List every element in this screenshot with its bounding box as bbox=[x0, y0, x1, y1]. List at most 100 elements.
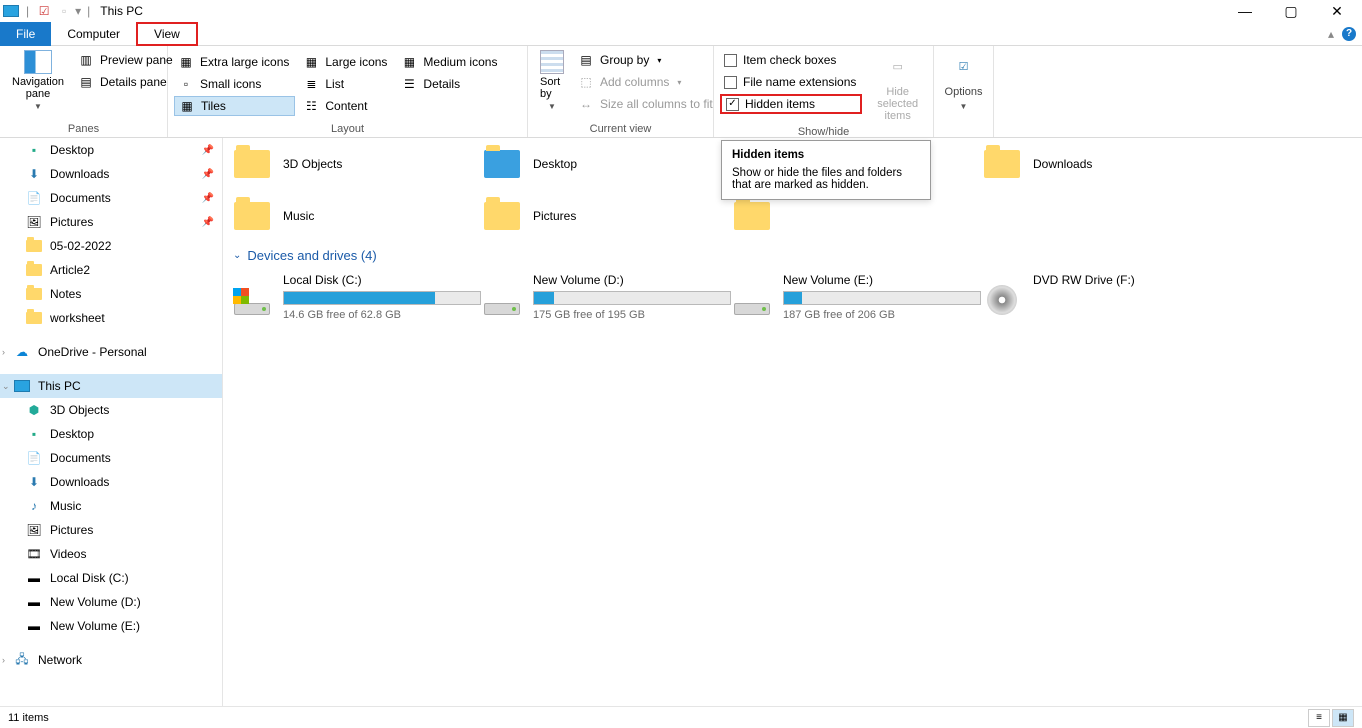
documents-icon: 📄 bbox=[26, 190, 42, 206]
title-bar: | ☑ ▫ ▾ | This PC ― ▢ ✕ bbox=[0, 0, 1362, 22]
qat-new-folder-icon[interactable]: ▫ bbox=[55, 2, 73, 20]
nav-folder-2[interactable]: Article2 bbox=[0, 258, 222, 282]
drive-c[interactable]: Local Disk (C:) 14.6 GB free of 62.8 GB bbox=[231, 269, 481, 325]
navigation-pane[interactable]: ▪Desktop📌 ⬇Downloads📌 📄Documents📌 🖼Pictu… bbox=[0, 138, 223, 706]
nav-network[interactable]: ›🖧Network bbox=[0, 648, 222, 672]
layout-list[interactable]: ≣List bbox=[299, 74, 393, 94]
layout-group-label: Layout bbox=[168, 123, 527, 137]
hidden-items-tooltip: Hidden items Show or hide the files and … bbox=[721, 140, 931, 200]
dvd-icon bbox=[987, 285, 1017, 315]
nav-videos[interactable]: 🎞Videos bbox=[0, 542, 222, 566]
options-button[interactable]: ☑ Options ▼ bbox=[940, 50, 987, 111]
details-pane-button[interactable]: ▤Details pane bbox=[74, 72, 179, 92]
ribbon: Navigation pane ▼ ▥Preview pane ▤Details… bbox=[0, 46, 1362, 138]
status-item-count: 11 items bbox=[8, 712, 49, 724]
navigation-pane-label: Navigation pane bbox=[12, 76, 64, 100]
maximize-button[interactable]: ▢ bbox=[1268, 0, 1314, 22]
preview-pane-button[interactable]: ▥Preview pane bbox=[74, 50, 179, 70]
hidden-items-checkbox[interactable]: ✓ bbox=[726, 98, 739, 111]
file-name-extensions-toggle[interactable]: File name extensions bbox=[720, 72, 862, 92]
item-check-boxes-toggle[interactable]: Item check boxes bbox=[720, 50, 862, 70]
nav-desktop[interactable]: ▪Desktop📌 bbox=[0, 138, 222, 162]
nav-downloads[interactable]: ⬇Downloads📌 bbox=[0, 162, 222, 186]
nav-desktop-2[interactable]: ▪Desktop bbox=[0, 422, 222, 446]
drive-d[interactable]: New Volume (D:) 175 GB free of 195 GB bbox=[481, 269, 731, 325]
help-icon[interactable]: ? bbox=[1342, 27, 1356, 41]
chevron-down-icon: ⌄ bbox=[233, 250, 241, 261]
nav-documents[interactable]: 📄Documents📌 bbox=[0, 186, 222, 210]
nav-folder-1[interactable]: 05-02-2022 bbox=[0, 234, 222, 258]
tab-file[interactable]: File bbox=[0, 22, 51, 46]
music-icon: ♪ bbox=[26, 498, 42, 514]
desktop-icon: ▪ bbox=[26, 142, 42, 158]
layout-small[interactable]: ▫Small icons bbox=[174, 74, 295, 94]
options-icon: ☑ bbox=[948, 50, 980, 82]
collapse-ribbon-icon[interactable]: ▴ bbox=[1328, 27, 1334, 41]
current-view-group-label: Current view bbox=[528, 123, 713, 137]
layout-extra-large[interactable]: ▦Extra large icons bbox=[174, 52, 295, 72]
devices-drives-heading[interactable]: ⌄Devices and drives (4) bbox=[233, 248, 1354, 263]
drive-d-info: 175 GB free of 195 GB bbox=[533, 309, 731, 321]
network-icon: 🖧 bbox=[14, 652, 30, 668]
qat-properties-icon[interactable]: ☑ bbox=[35, 2, 53, 20]
nav-folder-4[interactable]: worksheet bbox=[0, 306, 222, 330]
folder-desktop[interactable]: Desktop bbox=[481, 140, 731, 188]
details-pane-icon: ▤ bbox=[78, 74, 94, 90]
system-icon[interactable] bbox=[2, 2, 20, 20]
videos-icon: 🎞 bbox=[26, 546, 42, 562]
status-bar: 11 items ≡ ▦ bbox=[0, 706, 1362, 728]
nav-3d-objects[interactable]: ⬢3D Objects bbox=[0, 398, 222, 422]
hide-selected-icon: ▭ bbox=[882, 50, 914, 82]
hidden-items-toggle[interactable]: ✓Hidden items bbox=[720, 94, 862, 114]
nav-this-pc[interactable]: ⌄This PC bbox=[0, 374, 222, 398]
nav-documents-2[interactable]: 📄Documents bbox=[0, 446, 222, 470]
close-button[interactable]: ✕ bbox=[1314, 0, 1360, 22]
folder-pictures[interactable]: Pictures bbox=[481, 192, 731, 240]
downloads-icon: ⬇ bbox=[26, 166, 42, 182]
nav-pictures-2[interactable]: 🖼Pictures bbox=[0, 518, 222, 542]
status-details-view-button[interactable]: ≡ bbox=[1308, 709, 1330, 727]
folder-music[interactable]: Music bbox=[231, 192, 481, 240]
layout-content[interactable]: ☷Content bbox=[299, 96, 393, 116]
cube-icon: ⬢ bbox=[26, 402, 42, 418]
onedrive-icon: ☁ bbox=[14, 344, 30, 360]
navigation-pane-button[interactable]: Navigation pane ▼ bbox=[6, 50, 70, 111]
folder-3d-objects[interactable]: 3D Objects bbox=[231, 140, 481, 188]
tooltip-title: Hidden items bbox=[732, 149, 920, 161]
layout-details[interactable]: ☰Details bbox=[397, 74, 503, 94]
nav-volume-d[interactable]: ▬New Volume (D:) bbox=[0, 590, 222, 614]
tab-computer[interactable]: Computer bbox=[51, 22, 136, 46]
window-title: This PC bbox=[100, 4, 143, 18]
status-tiles-view-button[interactable]: ▦ bbox=[1332, 709, 1354, 727]
layout-medium[interactable]: ▦Medium icons bbox=[397, 52, 503, 72]
minimize-button[interactable]: ― bbox=[1222, 0, 1268, 22]
nav-onedrive[interactable]: ›☁OneDrive - Personal bbox=[0, 340, 222, 364]
ribbon-tabs: File Computer View ▴ ? bbox=[0, 22, 1362, 46]
folder-downloads[interactable]: Downloads bbox=[981, 140, 1231, 188]
drive-e[interactable]: New Volume (E:) 187 GB free of 206 GB bbox=[731, 269, 981, 325]
nav-local-disk-c[interactable]: ▬Local Disk (C:) bbox=[0, 566, 222, 590]
group-by-button[interactable]: ▤Group by▾ bbox=[574, 50, 719, 70]
nav-pictures[interactable]: 🖼Pictures📌 bbox=[0, 210, 222, 234]
sort-by-button[interactable]: Sort by ▼ bbox=[534, 50, 570, 111]
drive-f-name: DVD RW Drive (F:) bbox=[1033, 273, 1231, 287]
nav-downloads-2[interactable]: ⬇Downloads bbox=[0, 470, 222, 494]
layout-tiles[interactable]: ▦Tiles bbox=[174, 96, 295, 116]
tooltip-body: Show or hide the files and folders that … bbox=[732, 167, 920, 191]
sort-icon bbox=[540, 50, 564, 74]
nav-volume-e[interactable]: ▬New Volume (E:) bbox=[0, 614, 222, 638]
drive-d-name: New Volume (D:) bbox=[533, 273, 731, 287]
tab-view[interactable]: View bbox=[136, 22, 198, 46]
pin-icon: 📌 bbox=[202, 145, 214, 156]
drive-e-name: New Volume (E:) bbox=[783, 273, 981, 287]
nav-folder-3[interactable]: Notes bbox=[0, 282, 222, 306]
drive-icon: ▬ bbox=[26, 570, 42, 586]
drive-e-info: 187 GB free of 206 GB bbox=[783, 309, 981, 321]
drive-c-info: 14.6 GB free of 62.8 GB bbox=[283, 309, 481, 321]
main-content[interactable]: 3D Objects Desktop Downloads Music Pictu… bbox=[223, 138, 1362, 706]
add-columns-button: ⬚Add columns▾ bbox=[574, 72, 719, 92]
pictures-icon: 🖼 bbox=[26, 214, 42, 230]
nav-music[interactable]: ♪Music bbox=[0, 494, 222, 518]
drive-f[interactable]: DVD RW Drive (F:) bbox=[981, 269, 1231, 325]
layout-large[interactable]: ▦Large icons bbox=[299, 52, 393, 72]
